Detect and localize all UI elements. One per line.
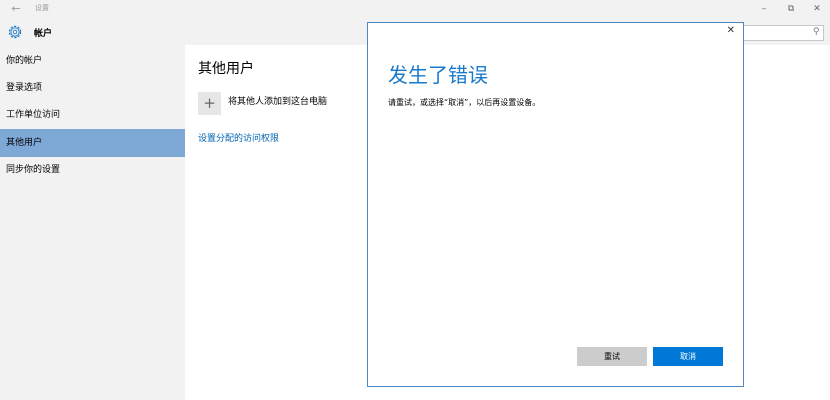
dialog-title: 发生了错误	[388, 63, 488, 87]
sidebar-item-sync-settings[interactable]: 同步你的设置	[0, 156, 185, 184]
sidebar-item-sign-in-options[interactable]: 登录选项	[0, 74, 185, 102]
window-title: 设置	[35, 4, 49, 12]
assigned-access-link[interactable]: 设置分配的访问权限	[198, 131, 279, 144]
sidebar: 你的帐户 登录选项 工作单位访问 其他用户 同步你的设置	[0, 45, 185, 400]
maximize-icon[interactable]: ⧉	[777, 1, 805, 18]
retry-button[interactable]: 重试	[577, 347, 647, 366]
back-arrow-icon[interactable]: ←	[9, 2, 23, 16]
add-user-button[interactable]: +	[198, 92, 221, 115]
dialog-close-icon[interactable]: ✕	[727, 25, 735, 36]
sidebar-item-your-account[interactable]: 你的帐户	[0, 47, 185, 75]
cancel-button[interactable]: 取消	[653, 347, 723, 366]
close-window-icon[interactable]: ✕	[803, 1, 830, 18]
sidebar-item-work-access[interactable]: 工作单位访问	[0, 101, 185, 129]
plus-icon: +	[203, 94, 216, 112]
page-section-title: 帐户	[34, 29, 53, 39]
add-user-label[interactable]: 将其他人添加到这台电脑	[228, 94, 327, 107]
gear-icon	[8, 25, 22, 39]
page-title: 其他用户	[198, 61, 254, 77]
minimize-icon[interactable]: –	[750, 1, 778, 18]
search-icon[interactable]: ⚲	[813, 27, 820, 37]
error-dialog: ✕ 发生了错误 请重试，或选择“取消”，以后再设置设备。 重试 取消	[367, 22, 744, 387]
dialog-message: 请重试，或选择“取消”，以后再设置设备。	[388, 98, 541, 107]
title-bar: ← 设置 – ⧉ ✕	[0, 0, 830, 19]
sidebar-item-other-users[interactable]: 其他用户	[0, 129, 185, 157]
search-input[interactable]: ⚲	[740, 25, 824, 41]
